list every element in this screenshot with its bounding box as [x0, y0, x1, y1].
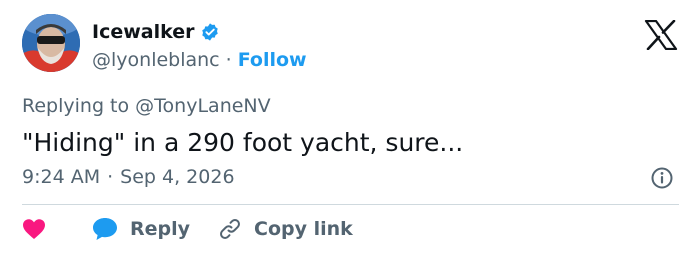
divider: [22, 204, 679, 205]
separator-dot: ·: [225, 49, 232, 71]
reply-label[interactable]: Reply: [130, 217, 190, 241]
avatar[interactable]: [22, 14, 80, 72]
replying-to-label: Replying to: [22, 95, 130, 117]
reply-button[interactable]: Reply: [92, 217, 190, 241]
user-handle[interactable]: @lyonleblanc: [92, 48, 220, 72]
follow-button[interactable]: Follow: [238, 48, 307, 72]
copy-link-label[interactable]: Copy link: [254, 217, 353, 241]
info-icon[interactable]: [650, 166, 674, 190]
display-name[interactable]: Icewalker: [92, 20, 195, 44]
heart-icon: [23, 219, 45, 239]
like-button[interactable]: [22, 217, 48, 241]
copy-link-button[interactable]: Copy link: [218, 217, 353, 241]
tweet-time[interactable]: 9:24 AM: [22, 165, 100, 189]
replying-to-line: Replying to @TonyLaneNV: [22, 94, 271, 118]
reply-to-mention[interactable]: @TonyLaneNV: [135, 95, 270, 117]
tweet-date[interactable]: Sep 4, 2026: [120, 165, 234, 189]
speech-bubble-icon: [93, 218, 117, 240]
action-bar: Reply Copy link: [22, 215, 353, 243]
link-icon: [220, 219, 240, 239]
tweet-text: "Hiding" in a 290 foot yacht, sure...: [22, 128, 464, 157]
timestamp-separator: ·: [107, 166, 114, 188]
x-logo-icon[interactable]: [644, 19, 678, 51]
verified-badge-icon: [200, 22, 220, 42]
tweet-timestamp[interactable]: 9:24 AM · Sep 4, 2026: [22, 165, 235, 189]
